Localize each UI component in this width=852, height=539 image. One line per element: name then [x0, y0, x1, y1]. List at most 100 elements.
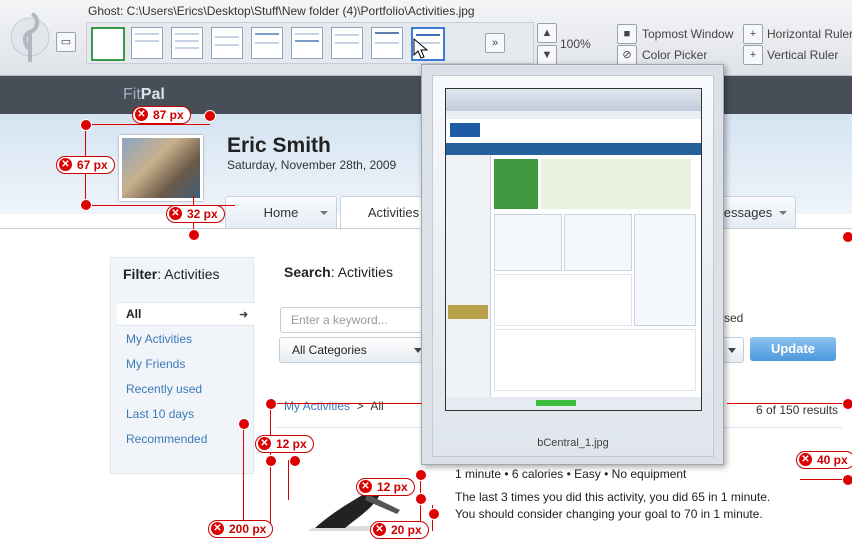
ruler-handle[interactable] — [204, 110, 216, 122]
ruler-line — [270, 403, 422, 404]
ruler-handle[interactable] — [265, 455, 277, 467]
preview-progress — [536, 400, 576, 406]
app-logo-icon — [10, 12, 50, 62]
filter-title: Filter: Activities — [123, 266, 219, 282]
close-icon[interactable]: ✕ — [135, 108, 148, 121]
activity-history: The last 3 times you did this activity, … — [455, 490, 771, 504]
vertical-ruler-label[interactable]: Vertical Ruler — [767, 48, 838, 62]
breadcrumb-current: All — [370, 399, 384, 413]
chevron-down-icon — [779, 211, 787, 215]
close-icon[interactable]: ✕ — [169, 207, 182, 220]
avatar — [119, 135, 203, 201]
close-icon[interactable]: ✕ — [373, 523, 386, 536]
thumbnail[interactable] — [211, 27, 243, 59]
color-picker-label[interactable]: Color Picker — [642, 48, 707, 62]
keyword-input[interactable]: Enter a keyword... — [280, 307, 437, 333]
category-select[interactable]: All Categories — [279, 337, 431, 363]
arrow-right-icon: ➜ — [239, 309, 249, 321]
site-brand[interactable]: FitPal — [123, 86, 165, 104]
user-name: Eric Smith — [227, 134, 331, 157]
topmost-window-label[interactable]: Topmost Window — [642, 27, 733, 41]
mouse-cursor-icon — [413, 38, 429, 59]
preview-tabs — [446, 111, 701, 119]
close-icon[interactable]: ✕ — [258, 437, 271, 450]
measure-label[interactable]: ✕ 12 px — [255, 435, 314, 453]
thumbnail[interactable] — [331, 27, 363, 59]
filter-item-all[interactable]: All — [126, 307, 141, 321]
measure-label[interactable]: ✕ 32 px — [166, 205, 225, 223]
chevron-down-icon — [728, 348, 736, 353]
tab-home[interactable]: Home — [225, 196, 337, 229]
horizontal-ruler-label[interactable]: Horizontal Ruler — [767, 27, 852, 41]
preview-screenshot — [445, 88, 702, 411]
preview-statusbar — [446, 397, 701, 410]
ghost-file-path: Ghost: C:\Users\Erics\Desktop\Stuff\New … — [88, 4, 475, 18]
preview-site-header — [446, 119, 701, 143]
measure-label[interactable]: ✕ 87 px — [132, 106, 191, 124]
ruler-line — [727, 403, 852, 404]
measure-label[interactable]: ✕ 12 px — [356, 478, 415, 496]
preview-hero — [541, 159, 691, 209]
expand-down-icon[interactable]: » — [485, 33, 505, 53]
user-date: Saturday, November 28th, 2009 — [227, 158, 397, 172]
ruler-handle[interactable] — [842, 474, 852, 486]
ruler-handle[interactable] — [842, 231, 852, 243]
ruler-handle[interactable] — [188, 229, 200, 241]
measure-label[interactable]: ✕ 20 px — [370, 521, 429, 539]
filter-item-recently-used[interactable]: Recently used — [126, 382, 202, 396]
preview-nav — [446, 143, 701, 155]
close-icon[interactable]: ✕ — [59, 158, 72, 171]
topmost-icon[interactable]: ■ — [617, 24, 637, 44]
measure-label[interactable]: ✕ 67 px — [56, 156, 115, 174]
update-button[interactable]: Update — [750, 337, 836, 361]
vertical-ruler-icon[interactable]: + — [743, 45, 763, 65]
measure-label[interactable]: ✕ 40 px — [796, 451, 852, 469]
ruler-handle[interactable] — [428, 508, 440, 520]
thumbnail[interactable] — [291, 27, 323, 59]
preview-caption: bCentral_1.jpg — [537, 437, 609, 449]
used-label: sed — [724, 311, 744, 325]
ruler-handle[interactable] — [80, 119, 92, 131]
ruler-handle[interactable] — [415, 469, 427, 481]
ruler-handle[interactable] — [265, 398, 277, 410]
zoom-level: 100% — [560, 37, 591, 51]
preview-hero-image — [494, 159, 538, 209]
ruler-line — [288, 460, 289, 500]
thumbnail[interactable] — [371, 27, 403, 59]
zoom-down-button[interactable]: ▼ — [537, 45, 557, 65]
ruler-handle[interactable] — [238, 418, 250, 430]
thumbnail-strip — [86, 22, 534, 64]
horizontal-ruler-icon[interactable]: + — [743, 24, 763, 44]
close-icon[interactable]: ✕ — [211, 522, 224, 535]
activity-suggestion: You should consider changing your goal t… — [455, 507, 763, 521]
ruler-handle[interactable] — [415, 493, 427, 505]
ruler-line — [270, 403, 271, 531]
filter-item-recommended[interactable]: Recommended — [126, 432, 207, 446]
zoom-up-button[interactable]: ▲ — [537, 23, 557, 43]
activity-meta: 1 minute • 6 calories • Easy • No equipm… — [455, 467, 687, 481]
close-icon[interactable]: ✕ — [799, 453, 812, 466]
filter-item-my-friends[interactable]: My Friends — [126, 357, 185, 371]
filter-item-last-10-days[interactable]: Last 10 days — [126, 407, 194, 421]
thumbnail-preview-popup: bCentral_1.jpg — [421, 64, 724, 465]
ruler-handle[interactable] — [289, 455, 301, 467]
preview-box — [494, 329, 696, 391]
tab-label: Activities — [367, 205, 420, 220]
breadcrumb-link[interactable]: My Activities — [284, 399, 350, 413]
thumbnail[interactable] — [171, 27, 203, 59]
thumbnail[interactable] — [91, 27, 125, 61]
measure-value: 20 px — [391, 523, 422, 537]
ruler-handle[interactable] — [80, 199, 92, 211]
close-icon[interactable]: ✕ — [359, 480, 372, 493]
measure-value: 40 px — [817, 453, 848, 467]
ruler-handle[interactable] — [842, 398, 852, 410]
measure-label[interactable]: ✕ 200 px — [208, 520, 274, 538]
filter-panel: Filter: Activities All ➜ My Activities M… — [110, 257, 255, 474]
thumbnail[interactable] — [131, 27, 163, 59]
filter-title-bold: Filter — [123, 266, 158, 282]
tab-label: Home — [263, 205, 299, 220]
open-folder-button[interactable]: ▭ — [56, 32, 76, 52]
filter-item-my-activities[interactable]: My Activities — [126, 332, 192, 346]
color-picker-icon[interactable]: ⊘ — [617, 45, 637, 65]
thumbnail[interactable] — [251, 27, 283, 59]
